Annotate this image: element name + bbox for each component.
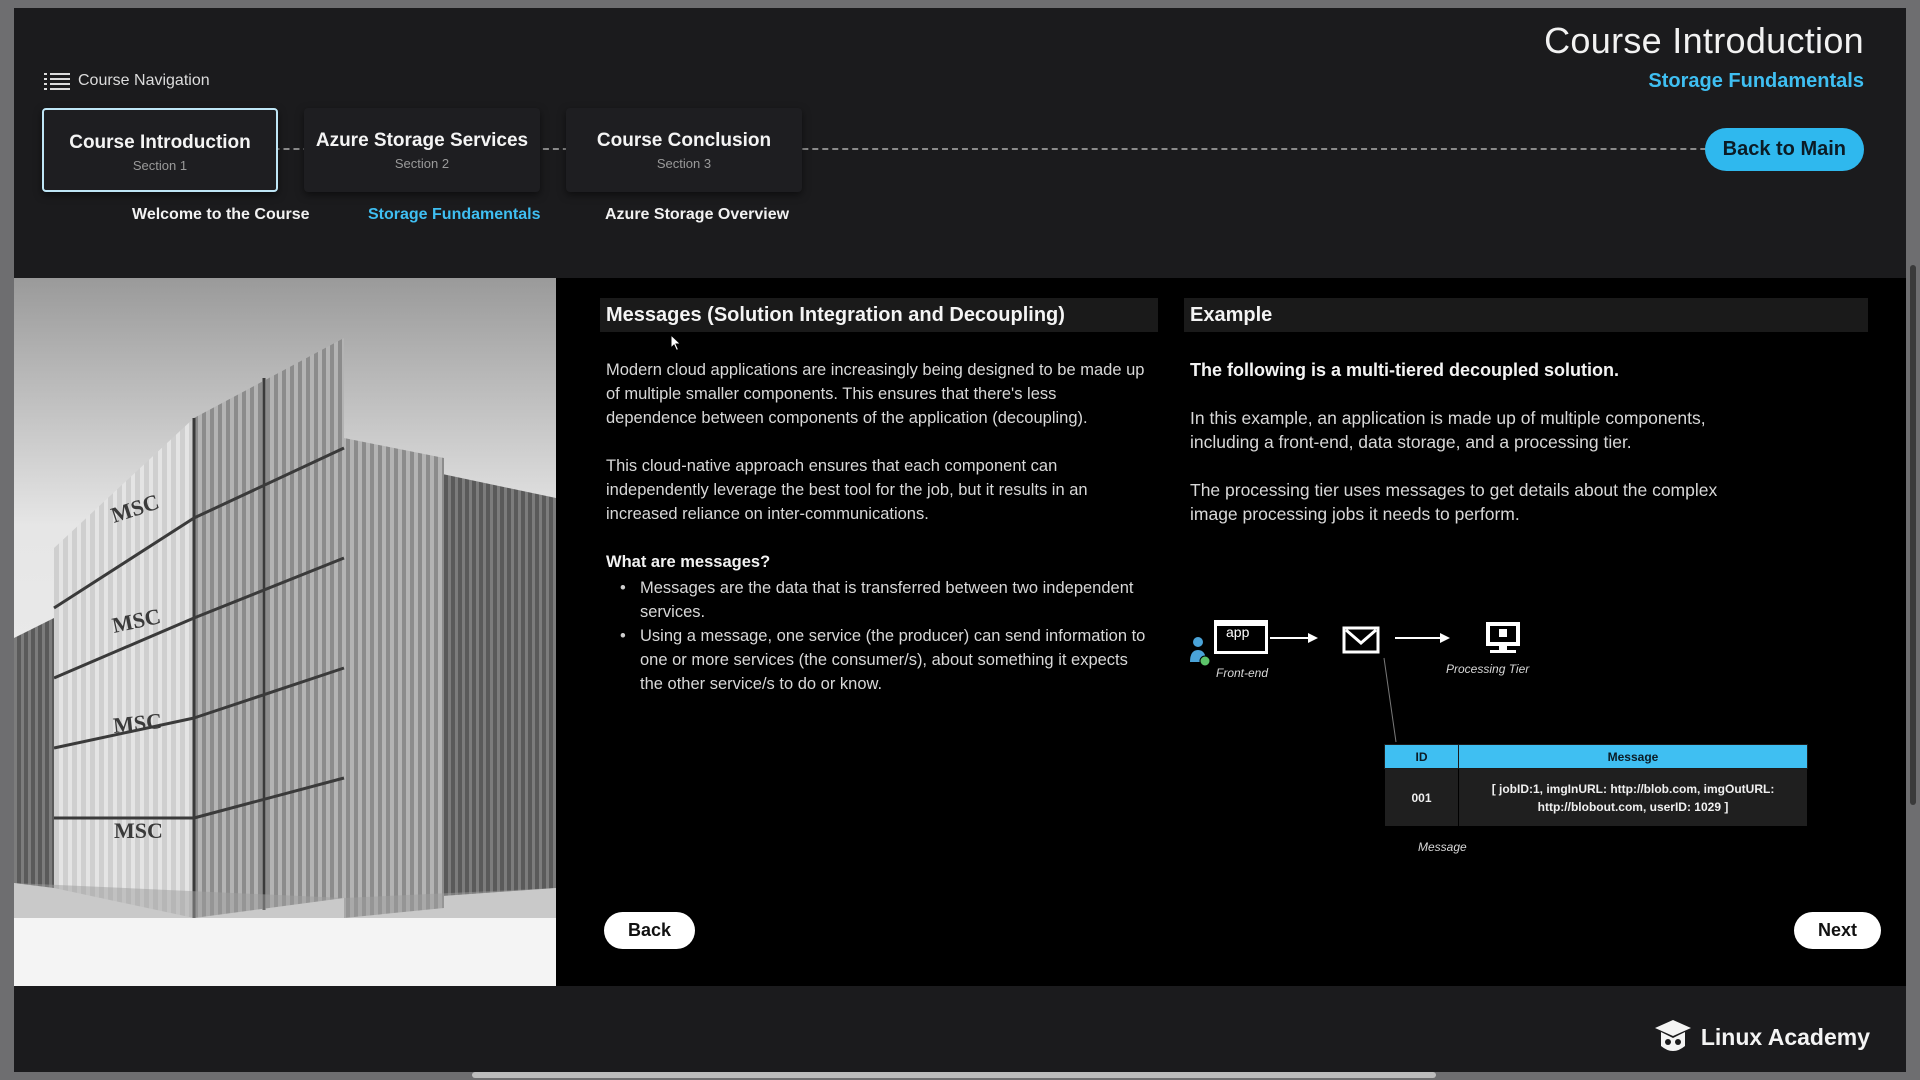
list-item: Messages are the data that is transferre…	[620, 576, 1146, 624]
containers-illustration: MSC MSC MSC MSC	[14, 278, 556, 986]
message-caption: Message	[1418, 840, 1467, 854]
shipping-containers-image: MSC MSC MSC MSC	[14, 278, 556, 986]
course-navigation-label: Course Navigation	[78, 72, 210, 89]
paragraph: In this example, an application is made …	[1190, 408, 1706, 452]
header: Course Navigation Course Introduction St…	[14, 8, 1906, 276]
back-button[interactable]: Back	[604, 912, 696, 949]
course-navigation-toggle[interactable]: Course Navigation	[44, 72, 210, 90]
section-link-azure-storage-overview[interactable]: Azure Storage Overview	[605, 206, 789, 224]
table-header-id: ID	[1384, 744, 1459, 769]
title-block: Course Introduction Storage Fundamentals	[1544, 20, 1864, 93]
paragraph: This cloud-native approach ensures that …	[606, 457, 1088, 523]
section-card-sub: Section 2	[394, 156, 450, 171]
message-table: ID Message 001 [ jobID:1, imgInURL: http…	[1384, 744, 1808, 827]
app-window: Course Navigation Course Introduction St…	[14, 8, 1906, 1072]
frontend-label: Front-end	[1216, 666, 1269, 680]
table-cell-message: [ jobID:1, imgInURL: http://blob.com, im…	[1458, 768, 1808, 827]
paragraph: Modern cloud applications are increasing…	[606, 361, 1145, 427]
footer: Linux Academy	[14, 988, 1906, 1072]
brand: Linux Academy	[1653, 1018, 1870, 1056]
bullet-list: Messages are the data that is transferre…	[606, 576, 1146, 696]
table-cell-id: 001	[1384, 768, 1459, 827]
decoupled-solution-diagram: app Front-end Processing Tier ID Message…	[1190, 618, 1830, 858]
next-button[interactable]: Next	[1794, 912, 1882, 949]
lesson-content: Messages (Solution Integration and Decou…	[556, 278, 1906, 986]
section-card-title: Azure Storage Services	[315, 130, 529, 151]
linux-academy-logo	[1654, 1020, 1691, 1051]
right-column-text: The following is a multi-tiered decouple…	[1190, 358, 1750, 550]
page-subtitle: Storage Fundamentals	[1648, 70, 1864, 92]
section-card-course-introduction[interactable]: Course Introduction Section 1	[42, 108, 278, 192]
page-title: Course Introduction	[1544, 20, 1864, 61]
section-link-storage-fundamentals[interactable]: Storage Fundamentals	[368, 206, 540, 224]
table-header-message: Message	[1458, 744, 1808, 769]
server-icon	[1486, 622, 1520, 653]
question-heading: What are messages?	[606, 553, 771, 571]
brand-name: Linux Academy	[1700, 1023, 1870, 1050]
paragraph: The processing tier uses messages to get…	[1190, 480, 1718, 524]
example-lead: The following is a multi-tiered decouple…	[1190, 360, 1620, 380]
back-to-main-button[interactable]: Back to Main	[1704, 128, 1864, 171]
section-card-course-conclusion[interactable]: Course Conclusion Section 3	[566, 108, 802, 192]
section-card-title: Course Introduction	[69, 132, 251, 153]
left-section-heading: Messages (Solution Integration and Decou…	[600, 298, 1158, 332]
menu-icon	[44, 72, 70, 90]
horizontal-scrollbar[interactable]	[472, 1072, 1436, 1078]
left-heading-text: Messages (Solution Integration and Decou…	[606, 304, 1065, 326]
vertical-scrollbar[interactable]	[1910, 265, 1916, 805]
svg-text:MSC: MSC	[114, 818, 163, 843]
user-icon	[1190, 637, 1211, 667]
right-section-heading: Example	[1184, 298, 1868, 332]
table-row: 001 [ jobID:1, imgInURL: http://blob.com…	[1384, 768, 1808, 827]
section-card-sub: Section 3	[656, 156, 712, 171]
section-link-welcome[interactable]: Welcome to the Course	[132, 206, 310, 224]
svg-text:MSC: MSC	[112, 708, 163, 738]
right-heading-text: Example	[1190, 304, 1273, 326]
left-column-text: Modern cloud applications are increasing…	[606, 358, 1146, 696]
mail-icon	[1342, 626, 1380, 654]
app-label: app	[1226, 624, 1250, 640]
section-card-azure-storage-services[interactable]: Azure Storage Services Section 2	[304, 108, 540, 192]
section-card-title: Course Conclusion	[596, 130, 772, 151]
cursor-icon	[670, 334, 682, 352]
list-item: Using a message, one service (the produc…	[620, 624, 1146, 696]
processing-tier-label: Processing Tier	[1446, 662, 1530, 676]
section-card-sub: Section 1	[132, 158, 188, 173]
